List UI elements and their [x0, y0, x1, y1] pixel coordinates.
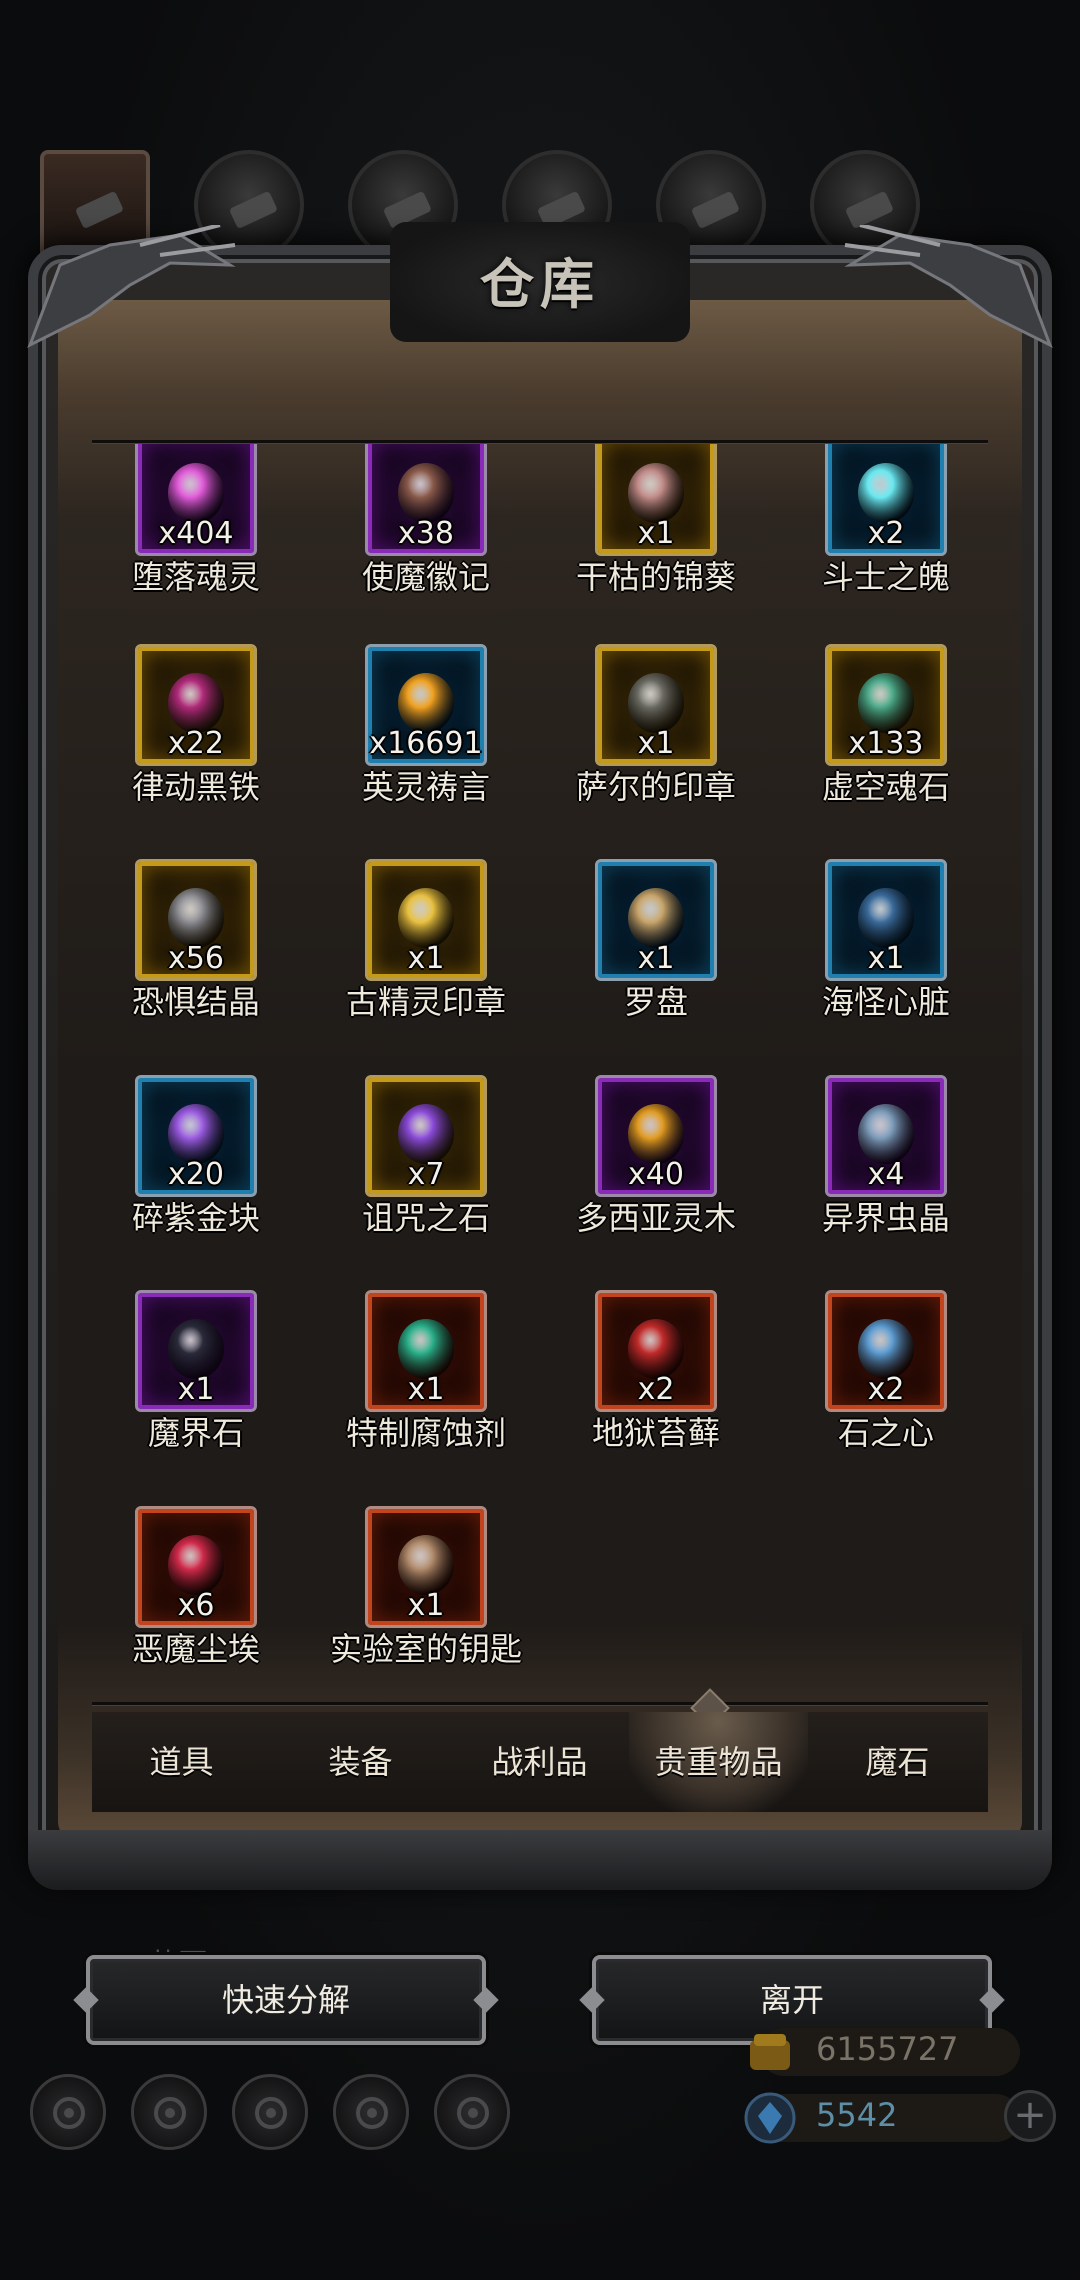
item-quantity: x404 [158, 516, 234, 551]
item-name: 诅咒之石 [361, 1199, 490, 1237]
item-quantity: x1 [407, 1372, 445, 1407]
category-tab-bar: 道具 装备 战利品 贵重物品 魔石 [92, 1712, 988, 1812]
item-name: 使魔徽记 [361, 558, 490, 596]
gem-amount: 5542 [816, 2096, 898, 2134]
item-name: 萨尔的印章 [575, 768, 736, 806]
item-quantity: x38 [398, 516, 454, 551]
medal-button[interactable] [131, 2074, 207, 2150]
item-name: 干枯的锦葵 [575, 558, 736, 596]
item-cell[interactable]: x1 罗盘 [552, 859, 776, 1075]
item-quantity: x2 [637, 1372, 675, 1407]
medal-icon [154, 2097, 186, 2129]
item-cell[interactable]: x20 碎紫金块 [92, 1075, 316, 1291]
item-quantity: x16691 [369, 726, 483, 761]
category-tab[interactable]: 装备 [271, 1712, 450, 1812]
gold-coin-icon [750, 2034, 790, 2070]
item-quantity: x56 [168, 941, 224, 976]
item-name: 恶魔尘埃 [131, 1630, 260, 1668]
blue-feather-icon [692, 191, 739, 228]
item-name: 海怪心脏 [821, 983, 950, 1021]
dragon-ornament-right-icon [844, 225, 1053, 349]
add-gems-button[interactable]: + [1004, 2090, 1056, 2142]
category-tab[interactable]: 魔石 [808, 1712, 987, 1812]
item-name: 虚空魂石 [821, 768, 950, 806]
item-name: 实验室的钥匙 [329, 1630, 522, 1668]
item-name: 异界虫晶 [821, 1199, 950, 1237]
item-cell[interactable]: x7 诅咒之石 [322, 1075, 546, 1291]
divider [92, 1702, 988, 1705]
item-name: 堕落魂灵 [131, 558, 260, 596]
item-cell[interactable]: x40 多西亚灵木 [552, 1075, 776, 1291]
item-name: 罗盘 [623, 983, 688, 1021]
item-cell[interactable]: x38 使魔徽记 [322, 444, 546, 650]
item-cell[interactable]: x16691 英灵祷言 [322, 644, 546, 860]
quick-decompose-button[interactable]: 快速分解 [86, 1955, 486, 2045]
gold-counter: 6155727 [740, 2022, 1040, 2082]
item-name: 古精灵印章 [345, 983, 506, 1021]
dragon-ornament-left-icon [27, 225, 236, 349]
item-quantity: x1 [407, 1588, 445, 1623]
item-cell[interactable]: x1 萨尔的印章 [552, 644, 776, 860]
item-name: 斗士之魄 [821, 558, 950, 596]
mail-button[interactable] [333, 2074, 409, 2150]
item-quantity: x2 [867, 516, 905, 551]
item-cell[interactable]: x1 古精灵印章 [322, 859, 546, 1075]
item-cell[interactable]: x2 斗士之魄 [782, 444, 988, 650]
item-quantity: x1 [407, 941, 445, 976]
item-name: 魔界石 [147, 1414, 244, 1452]
divider [92, 440, 988, 443]
item-cell[interactable]: x56 恐惧结晶 [92, 859, 316, 1075]
item-cell[interactable]: x404 堕落魂灵 [92, 444, 316, 650]
item-name: 多西亚灵木 [575, 1199, 736, 1237]
item-cell[interactable]: x1 海怪心脏 [782, 859, 988, 1075]
item-cell[interactable]: x2 石之心 [782, 1290, 988, 1506]
item-quantity: x40 [628, 1157, 684, 1192]
mail-icon [356, 2097, 388, 2129]
gear-button[interactable] [30, 2074, 106, 2150]
item-name: 律动黑铁 [131, 768, 260, 806]
item-quantity: x1 [867, 941, 905, 976]
item-cell[interactable]: x6 恶魔尘埃 [92, 1506, 316, 1700]
bottom-menu [30, 2074, 530, 2154]
item-quantity: x4 [867, 1157, 905, 1192]
item-quantity: x22 [168, 726, 224, 761]
category-tab[interactable]: 道具 [92, 1712, 271, 1812]
item-cell[interactable]: x1 实验室的钥匙 [322, 1506, 546, 1700]
blue-gem-icon [744, 2092, 796, 2144]
item-cell[interactable]: x1 特制腐蚀剂 [322, 1290, 546, 1506]
category-tab[interactable]: 贵重物品 [629, 1712, 808, 1812]
item-cell[interactable]: x2 地狱苔藓 [552, 1290, 776, 1506]
item-name: 恐惧结晶 [131, 983, 260, 1021]
item-quantity: x1 [637, 941, 675, 976]
cube-icon [457, 2097, 489, 2129]
item-quantity: x133 [848, 726, 924, 761]
item-quantity: x1 [177, 1372, 215, 1407]
item-cell[interactable]: x1 魔界石 [92, 1290, 316, 1506]
item-name: 碎紫金块 [131, 1199, 260, 1237]
category-tab[interactable]: 战利品 [450, 1712, 629, 1812]
item-quantity: x6 [177, 1588, 215, 1623]
item-quantity: x2 [867, 1372, 905, 1407]
rune-icon [255, 2097, 287, 2129]
item-quantity: x1 [637, 726, 675, 761]
panel-title: 仓库 [480, 252, 600, 316]
cube-button[interactable] [434, 2074, 510, 2150]
rune-button[interactable] [232, 2074, 308, 2150]
item-quantity: x20 [168, 1157, 224, 1192]
frame-bottom-ornament [28, 1830, 1052, 1890]
gold-amount: 6155727 [816, 2030, 959, 2068]
item-cell[interactable]: x22 律动黑铁 [92, 644, 316, 860]
item-cell[interactable]: x133 虚空魂石 [782, 644, 988, 860]
item-grid[interactable]: x404 堕落魂灵 x38 使魔徽记 x1 干枯的锦葵 x2 斗士之魄 x22 律动黑铁 x1669… [92, 444, 988, 1700]
item-quantity: x7 [407, 1157, 445, 1192]
item-quantity: x1 [637, 516, 675, 551]
item-name: 石之心 [837, 1414, 934, 1452]
gear-icon [53, 2097, 85, 2129]
item-cell[interactable]: x1 干枯的锦葵 [552, 444, 776, 650]
item-name: 英灵祷言 [361, 768, 490, 806]
item-name: 特制腐蚀剂 [345, 1414, 506, 1452]
item-cell[interactable]: x4 异界虫晶 [782, 1075, 988, 1291]
item-name: 地狱苔藓 [591, 1414, 720, 1452]
